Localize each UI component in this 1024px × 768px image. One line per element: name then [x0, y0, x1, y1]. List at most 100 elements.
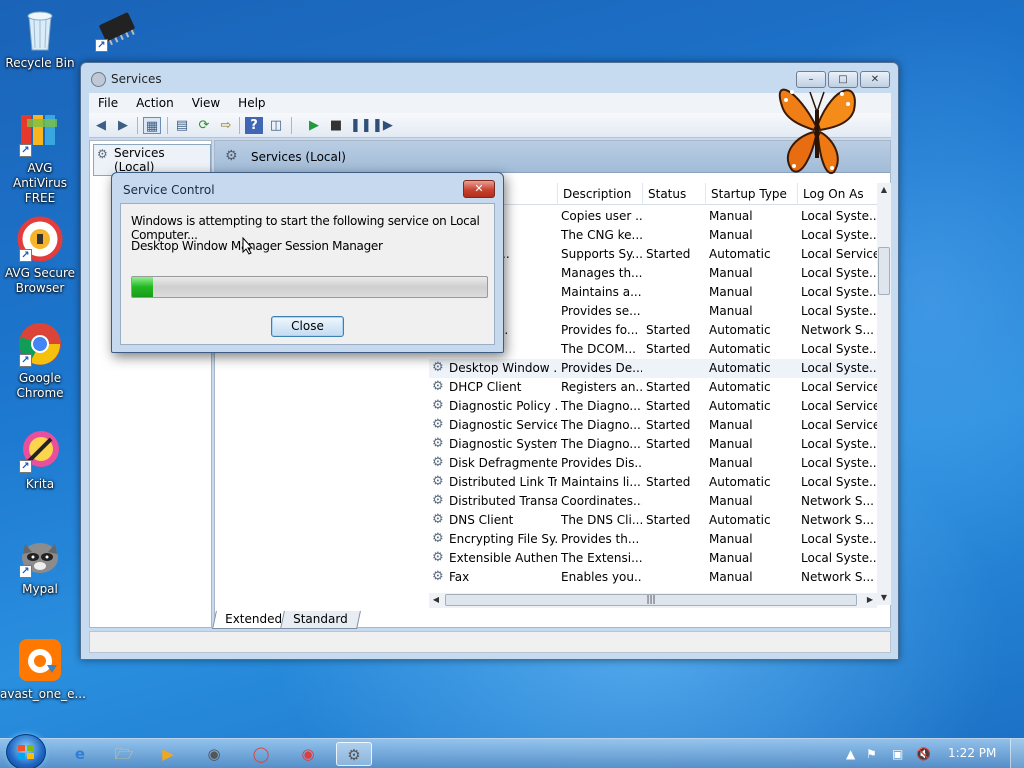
service-row[interactable]: ⚙ Desktop Window ... Provides De... Automat…	[429, 359, 877, 378]
service-status	[642, 549, 705, 568]
scroll-right-arrow-icon[interactable]: ▶	[863, 593, 877, 607]
chrome-taskbar-icon[interactable]: ◯	[243, 742, 279, 766]
horizontal-scroll-thumb[interactable]: |||	[445, 594, 857, 606]
service-name: Distributed Transa...	[449, 494, 557, 508]
media-player-icon[interactable]: ▶	[150, 742, 186, 766]
avg-secure-browser-icon: ↗	[17, 216, 63, 262]
menu-view[interactable]: View	[183, 96, 229, 110]
start-service-icon[interactable]: ▶	[305, 117, 323, 134]
desktop-icon-recycle-bin[interactable]: Recycle Bin	[0, 6, 80, 71]
services-gear-icon	[91, 72, 106, 87]
show-desktop-button[interactable]	[1010, 739, 1024, 768]
services-gear-icon: ⚙	[97, 147, 108, 161]
service-row[interactable]: ⚙ Fax Enables you... Manual Network S...	[429, 568, 877, 587]
network-icon[interactable]: ▣	[892, 747, 903, 761]
column-header-log-on-as[interactable]: Log On As	[797, 183, 877, 205]
mypal-raccoon-icon: ↗	[17, 532, 63, 578]
export-list-icon[interactable]: ⇨	[217, 117, 235, 134]
scroll-up-arrow-icon[interactable]: ▲	[877, 183, 891, 197]
window-title: Services	[111, 72, 162, 86]
taskbar-clock[interactable]: 1:22 PM	[948, 746, 996, 760]
service-name: Disk Defragmenter	[449, 456, 557, 470]
menu-help[interactable]: Help	[229, 96, 274, 110]
show-hidden-icons-icon[interactable]: ▲	[846, 747, 855, 761]
desktop-icon-avast-one[interactable]: avast_one_e...	[0, 637, 86, 702]
properties-sheet-icon[interactable]: ▤	[173, 117, 191, 134]
service-startup-type: Manual	[709, 228, 753, 242]
service-status	[642, 568, 705, 587]
menu-file[interactable]: File	[89, 96, 127, 110]
service-description: The CNG ke...	[561, 228, 642, 242]
column-header-status[interactable]: Status	[642, 183, 705, 205]
menu-action[interactable]: Action	[127, 96, 183, 110]
service-log-on-as: Local Service	[801, 399, 877, 413]
start-button[interactable]	[6, 734, 46, 768]
forward-arrow-icon[interactable]: ▶	[114, 117, 132, 134]
column-header-description[interactable]: Description	[557, 183, 642, 205]
desktop-icon-avg-antivirus[interactable]: ↗ AVG AntiVirus FREE	[0, 111, 80, 206]
vertical-scrollbar[interactable]: ▲ ▼	[877, 183, 891, 605]
service-name: Diagnostic Policy ...	[449, 399, 557, 413]
stop-service-icon[interactable]: ■	[327, 117, 345, 134]
service-row[interactable]: ⚙Distributed Transa...Coordinates...Manu…	[429, 492, 877, 511]
service-row[interactable]: ⚙ Encrypting File Sy... Provides th... Manu…	[429, 530, 877, 549]
service-status	[642, 226, 705, 245]
service-startup-type: Manual	[709, 418, 753, 432]
service-control-dialog[interactable]: Service Control ✕ Windows is attempting …	[111, 172, 504, 353]
service-status	[642, 283, 705, 302]
refresh-icon[interactable]: ⟳	[195, 117, 213, 134]
volume-muted-icon[interactable]: 🔇	[916, 747, 931, 761]
internet-explorer-icon[interactable]: e	[62, 742, 98, 766]
services-taskbar-icon[interactable]: ⚙	[336, 742, 372, 766]
restart-service-icon[interactable]: ❚▶	[372, 117, 393, 134]
service-status: Started	[646, 342, 691, 356]
file-explorer-icon[interactable]: 🗁	[106, 742, 142, 766]
close-window-button[interactable]: ✕	[860, 71, 890, 88]
service-row[interactable]: ⚙ Disk Defragmenter Provides Dis... Manual L…	[429, 454, 877, 473]
service-row[interactable]: ⚙ DNS Client The DNS Cli... Started Automati…	[429, 511, 877, 530]
action-center-flag-icon[interactable]: ⚑	[866, 747, 877, 761]
column-header-startup-type[interactable]: Startup Type	[705, 183, 797, 205]
service-status: Started	[646, 399, 691, 413]
service-row[interactable]: ⚙ DHCP Client Registers an... Started Automa…	[429, 378, 877, 397]
horizontal-scrollbar[interactable]: ◀ ||| ▶	[429, 593, 877, 608]
service-description: The DNS Cli...	[561, 513, 642, 527]
back-arrow-icon[interactable]: ◀	[92, 117, 110, 134]
desktop-icon-google-chrome[interactable]: ↗ Google Chrome	[0, 321, 80, 401]
view-toggle-icon[interactable]: ◫	[267, 117, 285, 134]
desktop-icon-mypal[interactable]: ↗ Mypal	[0, 532, 80, 597]
dialog-close-x-button[interactable]: ✕	[463, 180, 495, 198]
service-description: Enables you...	[561, 570, 642, 584]
desktop-icon-avg-secure-browser[interactable]: ↗ AVG Secure Browser	[0, 216, 80, 296]
help-icon[interactable]: ?	[245, 117, 263, 134]
mypal-taskbar-icon[interactable]: ◉	[196, 742, 232, 766]
desktop-icon-chip-shortcut[interactable]: ↗	[76, 6, 156, 56]
shortcut-arrow-icon: ↗	[95, 39, 108, 52]
scroll-left-arrow-icon[interactable]: ◀	[429, 593, 443, 607]
desktop-icon-label: Mypal	[22, 582, 58, 596]
service-description: Coordinates...	[561, 494, 642, 508]
service-row[interactable]: ⚙Diagnostic System...The Diagno...Starte…	[429, 435, 877, 454]
chrome-icon: ↗	[17, 321, 63, 367]
desktop-icon-krita[interactable]: ↗ Krita	[0, 427, 80, 492]
desktop-icon-label: Krita	[25, 477, 55, 491]
status-bar	[89, 631, 891, 653]
scroll-down-arrow-icon[interactable]: ▼	[877, 591, 891, 605]
avg-browser-taskbar-icon[interactable]: ◉	[290, 742, 326, 766]
service-row[interactable]: ⚙Diagnostic Service...The Diagno...Start…	[429, 416, 877, 435]
butterfly-decoration	[778, 88, 856, 175]
dialog-message: Windows is attempting to start the follo…	[131, 214, 480, 242]
service-row[interactable]: ⚙ Diagnostic Policy ... The Diagno... Start…	[429, 397, 877, 416]
service-row[interactable]: ⚙ Distributed Link Tr... Maintains li... St…	[429, 473, 877, 492]
show-hide-tree-icon[interactable]: ▦	[143, 117, 161, 134]
desktop-icon-label: AVG AntiVirus FREE	[13, 161, 67, 205]
desktop-icon-label: Recycle Bin	[5, 56, 75, 70]
vertical-scroll-thumb[interactable]	[878, 247, 890, 295]
tab-standard[interactable]: Standard	[280, 611, 361, 629]
dialog-close-button[interactable]: Close	[271, 316, 344, 337]
service-name: Fax	[449, 570, 470, 584]
service-row[interactable]: ⚙Extensible Authen...The Extensi...Manua…	[429, 549, 877, 568]
service-description: Provides th...	[561, 532, 640, 546]
pause-service-icon[interactable]: ❚❚	[350, 117, 372, 134]
dialog-body: Windows is attempting to start the follo…	[120, 203, 495, 345]
